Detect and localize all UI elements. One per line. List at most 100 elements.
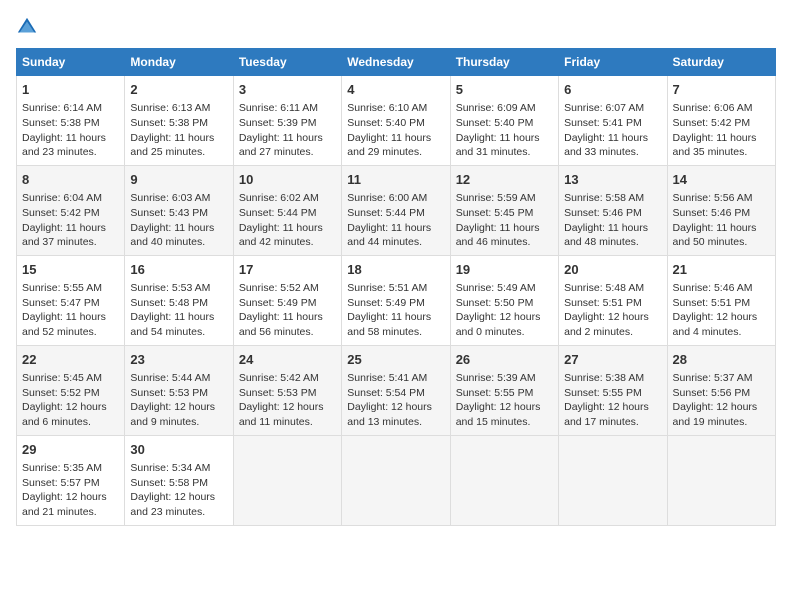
day-info: Sunrise: 5:46 AM <box>673 281 770 296</box>
column-header-saturday: Saturday <box>667 49 775 76</box>
day-info: Sunrise: 5:41 AM <box>347 371 444 386</box>
calendar-cell: 10Sunrise: 6:02 AMSunset: 5:44 PMDayligh… <box>233 165 341 255</box>
calendar-cell <box>450 435 558 525</box>
day-info: Sunrise: 5:52 AM <box>239 281 336 296</box>
day-number: 25 <box>347 351 444 369</box>
day-info: Sunset: 5:47 PM <box>22 296 119 311</box>
calendar-cell: 22Sunrise: 5:45 AMSunset: 5:52 PMDayligh… <box>17 345 125 435</box>
day-info: Daylight: 11 hours <box>347 131 444 146</box>
day-info: Sunset: 5:55 PM <box>564 386 661 401</box>
day-info: Sunrise: 5:56 AM <box>673 191 770 206</box>
day-info: Sunset: 5:40 PM <box>347 116 444 131</box>
day-info: and 40 minutes. <box>130 235 227 250</box>
calendar-cell: 17Sunrise: 5:52 AMSunset: 5:49 PMDayligh… <box>233 255 341 345</box>
day-number: 14 <box>673 171 770 189</box>
day-info: and 48 minutes. <box>564 235 661 250</box>
day-info: Sunset: 5:45 PM <box>456 206 553 221</box>
day-info: Sunset: 5:53 PM <box>130 386 227 401</box>
calendar-cell: 19Sunrise: 5:49 AMSunset: 5:50 PMDayligh… <box>450 255 558 345</box>
day-info: Daylight: 11 hours <box>22 131 119 146</box>
day-info: and 58 minutes. <box>347 325 444 340</box>
day-number: 6 <box>564 81 661 99</box>
day-info: and 15 minutes. <box>456 415 553 430</box>
calendar-week-1: 1Sunrise: 6:14 AMSunset: 5:38 PMDaylight… <box>17 76 776 166</box>
day-info: Sunrise: 6:14 AM <box>22 101 119 116</box>
day-number: 26 <box>456 351 553 369</box>
day-info: and 2 minutes. <box>564 325 661 340</box>
day-info: Sunrise: 5:39 AM <box>456 371 553 386</box>
day-info: Sunrise: 5:45 AM <box>22 371 119 386</box>
calendar-week-2: 8Sunrise: 6:04 AMSunset: 5:42 PMDaylight… <box>17 165 776 255</box>
day-number: 11 <box>347 171 444 189</box>
day-number: 19 <box>456 261 553 279</box>
day-info: Sunset: 5:42 PM <box>22 206 119 221</box>
day-info: and 29 minutes. <box>347 145 444 160</box>
calendar-cell: 1Sunrise: 6:14 AMSunset: 5:38 PMDaylight… <box>17 76 125 166</box>
calendar-cell: 24Sunrise: 5:42 AMSunset: 5:53 PMDayligh… <box>233 345 341 435</box>
calendar-cell: 8Sunrise: 6:04 AMSunset: 5:42 PMDaylight… <box>17 165 125 255</box>
column-header-sunday: Sunday <box>17 49 125 76</box>
day-info: Sunset: 5:58 PM <box>130 476 227 491</box>
day-info: Sunrise: 6:13 AM <box>130 101 227 116</box>
day-info: Sunrise: 6:02 AM <box>239 191 336 206</box>
calendar-cell: 3Sunrise: 6:11 AMSunset: 5:39 PMDaylight… <box>233 76 341 166</box>
day-info: Sunrise: 5:58 AM <box>564 191 661 206</box>
day-info: Daylight: 11 hours <box>130 310 227 325</box>
day-info: and 42 minutes. <box>239 235 336 250</box>
calendar-cell <box>559 435 667 525</box>
day-info: Sunset: 5:44 PM <box>239 206 336 221</box>
day-info: and 19 minutes. <box>673 415 770 430</box>
day-info: Sunrise: 5:48 AM <box>564 281 661 296</box>
day-number: 5 <box>456 81 553 99</box>
logo-icon <box>16 16 38 38</box>
day-info: Daylight: 11 hours <box>673 221 770 236</box>
day-info: Daylight: 11 hours <box>239 131 336 146</box>
day-info: Daylight: 11 hours <box>564 221 661 236</box>
day-info: Sunset: 5:41 PM <box>564 116 661 131</box>
calendar-cell <box>342 435 450 525</box>
day-number: 4 <box>347 81 444 99</box>
calendar-cell: 25Sunrise: 5:41 AMSunset: 5:54 PMDayligh… <box>342 345 450 435</box>
day-info: and 44 minutes. <box>347 235 444 250</box>
calendar-body: 1Sunrise: 6:14 AMSunset: 5:38 PMDaylight… <box>17 76 776 526</box>
day-info: Sunrise: 5:49 AM <box>456 281 553 296</box>
day-info: Sunrise: 5:38 AM <box>564 371 661 386</box>
column-header-tuesday: Tuesday <box>233 49 341 76</box>
day-info: Daylight: 11 hours <box>130 131 227 146</box>
day-number: 24 <box>239 351 336 369</box>
day-info: Daylight: 12 hours <box>239 400 336 415</box>
day-info: Daylight: 12 hours <box>456 400 553 415</box>
day-info: and 11 minutes. <box>239 415 336 430</box>
day-info: Daylight: 11 hours <box>347 221 444 236</box>
calendar-week-4: 22Sunrise: 5:45 AMSunset: 5:52 PMDayligh… <box>17 345 776 435</box>
day-info: Sunset: 5:56 PM <box>673 386 770 401</box>
day-info: Daylight: 11 hours <box>456 221 553 236</box>
day-info: Sunset: 5:49 PM <box>347 296 444 311</box>
day-info: Daylight: 12 hours <box>564 310 661 325</box>
day-info: and 31 minutes. <box>456 145 553 160</box>
day-info: Daylight: 11 hours <box>239 221 336 236</box>
day-info: and 9 minutes. <box>130 415 227 430</box>
day-number: 13 <box>564 171 661 189</box>
day-info: Sunset: 5:57 PM <box>22 476 119 491</box>
day-number: 1 <box>22 81 119 99</box>
day-info: Sunset: 5:39 PM <box>239 116 336 131</box>
day-info: Sunset: 5:44 PM <box>347 206 444 221</box>
calendar-cell: 9Sunrise: 6:03 AMSunset: 5:43 PMDaylight… <box>125 165 233 255</box>
day-info: and 13 minutes. <box>347 415 444 430</box>
calendar-cell: 27Sunrise: 5:38 AMSunset: 5:55 PMDayligh… <box>559 345 667 435</box>
day-info: and 23 minutes. <box>22 145 119 160</box>
day-info: Sunrise: 6:00 AM <box>347 191 444 206</box>
day-number: 12 <box>456 171 553 189</box>
day-info: and 33 minutes. <box>564 145 661 160</box>
day-info: Daylight: 12 hours <box>673 310 770 325</box>
day-info: Daylight: 11 hours <box>673 131 770 146</box>
day-number: 21 <box>673 261 770 279</box>
calendar-table: SundayMondayTuesdayWednesdayThursdayFrid… <box>16 48 776 526</box>
day-info: Daylight: 12 hours <box>673 400 770 415</box>
calendar-cell: 20Sunrise: 5:48 AMSunset: 5:51 PMDayligh… <box>559 255 667 345</box>
day-info: and 0 minutes. <box>456 325 553 340</box>
day-info: and 46 minutes. <box>456 235 553 250</box>
day-info: and 27 minutes. <box>239 145 336 160</box>
day-number: 7 <box>673 81 770 99</box>
